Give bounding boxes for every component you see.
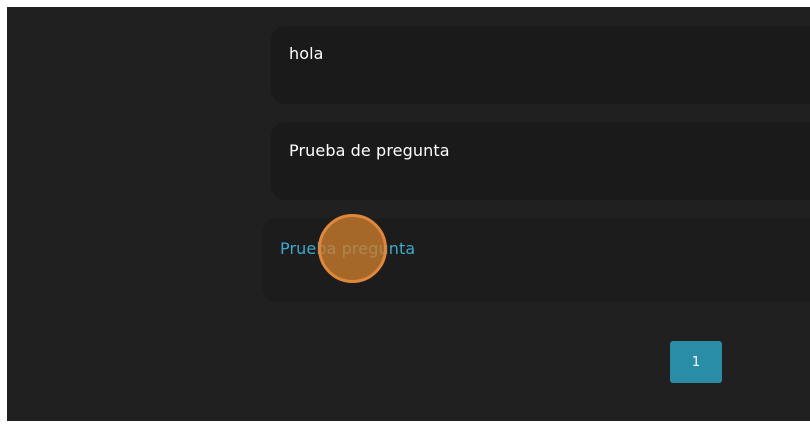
page-content: hola Prueba de pregunta Prueba pregunta … bbox=[7, 7, 810, 421]
question-title-link[interactable]: Prueba pregunta bbox=[280, 239, 415, 258]
question-card-hovered[interactable]: Prueba pregunta bbox=[262, 218, 810, 302]
question-card[interactable]: hola bbox=[271, 26, 810, 104]
question-title: hola bbox=[289, 44, 324, 63]
question-title: Prueba de pregunta bbox=[289, 141, 450, 160]
pagination-page-button[interactable]: 1 bbox=[670, 341, 722, 383]
question-card[interactable]: Prueba de pregunta bbox=[271, 122, 810, 200]
